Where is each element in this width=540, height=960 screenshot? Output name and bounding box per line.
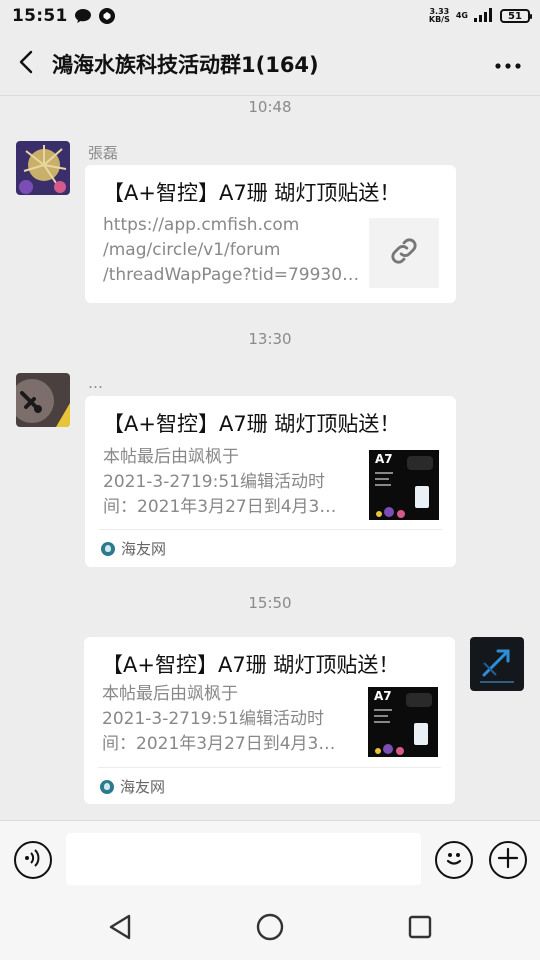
thumbnail-label: A7 — [375, 452, 393, 466]
card-title: 【A+智控】A7珊 瑚灯顶贴送！ — [102, 653, 400, 677]
nav-back-button[interactable] — [100, 912, 140, 946]
sender-name: … — [88, 374, 103, 392]
avatar[interactable] — [16, 373, 70, 427]
source-app-icon — [101, 541, 115, 556]
message-timestamp: 13:30 — [248, 330, 292, 348]
card-source: 海友网 — [101, 538, 166, 559]
voice-button[interactable] — [14, 841, 52, 879]
back-button[interactable] — [0, 32, 52, 96]
avatar[interactable] — [470, 637, 524, 691]
card-description: 本帖最后由飒枫于 2021-3-2719:51编辑活动时 间：2021年3月27… — [102, 684, 336, 754]
nav-back-icon — [107, 913, 133, 945]
article-thumbnail: A7 — [368, 687, 438, 757]
source-name: 海友网 — [121, 540, 167, 558]
card-title: 【A+智控】A7珊 瑚灯顶贴送！ — [103, 412, 401, 436]
chat-header: 鴻海水族科技活动群1(164) — [0, 32, 540, 96]
back-chevron-icon — [19, 50, 33, 78]
more-button[interactable] — [476, 32, 540, 96]
nav-home-button[interactable] — [250, 912, 290, 946]
chat-title: 鴻海水族科技活动群1(164) — [52, 52, 319, 77]
chat-bubble-icon — [74, 8, 92, 24]
message-timestamp: 10:48 — [248, 98, 292, 116]
status-bar: 15:51 3.33 KB/S 4G 51 — [0, 0, 540, 32]
emoji-icon — [441, 845, 467, 875]
link-thumbnail — [369, 218, 439, 288]
signal-icon — [474, 7, 494, 26]
thumbnail-label: A7 — [374, 689, 392, 703]
shield-app-icon — [98, 7, 116, 25]
more-actions-button[interactable] — [489, 841, 527, 879]
avatar[interactable] — [16, 141, 70, 195]
card-description: https://app.cmfish.com /mag/circle/v1/fo… — [103, 215, 360, 285]
more-dots-icon — [495, 54, 521, 73]
nav-recent-button[interactable] — [400, 912, 440, 946]
message-input[interactable] — [66, 833, 421, 885]
status-time: 15:51 — [12, 6, 68, 26]
card-description: 本帖最后由飒枫于 2021-3-2719:51编辑活动时 间：2021年3月27… — [103, 447, 337, 517]
card-source: 海友网 — [100, 776, 165, 797]
card-divider — [98, 767, 441, 768]
voice-icon — [22, 847, 44, 873]
link-card[interactable]: 【A+智控】A7珊 瑚灯顶贴送！ https://app.cmfish.com … — [85, 165, 456, 303]
chat-area[interactable]: 10:48 張磊 【A+智控】A7珊 瑚灯顶贴送！ https://app.cm… — [0, 96, 540, 820]
link-card[interactable]: 【A+智控】A7珊 瑚灯顶贴送！ 本帖最后由飒枫于 2021-3-2719:51… — [85, 396, 456, 567]
net-speed: 3.33 KB/S — [428, 7, 450, 24]
system-nav-bar — [0, 898, 540, 960]
nav-recent-icon — [407, 914, 433, 944]
card-title: 【A+智控】A7珊 瑚灯顶贴送！ — [103, 181, 401, 205]
emoji-button[interactable] — [435, 841, 473, 879]
battery-indicator: 51 — [500, 9, 532, 23]
network-type: 4G — [455, 11, 468, 20]
source-app-icon — [100, 779, 114, 794]
nav-home-icon — [255, 912, 285, 946]
sender-name: 張磊 — [88, 144, 119, 162]
article-thumbnail: A7 — [369, 450, 439, 520]
card-divider — [99, 529, 442, 530]
message-timestamp: 15:50 — [248, 594, 292, 612]
plus-icon — [497, 847, 519, 873]
input-bar — [0, 820, 540, 898]
source-name: 海友网 — [120, 778, 166, 796]
link-card[interactable]: 【A+智控】A7珊 瑚灯顶贴送！ 本帖最后由飒枫于 2021-3-2719:51… — [84, 637, 455, 804]
link-icon — [387, 234, 421, 272]
